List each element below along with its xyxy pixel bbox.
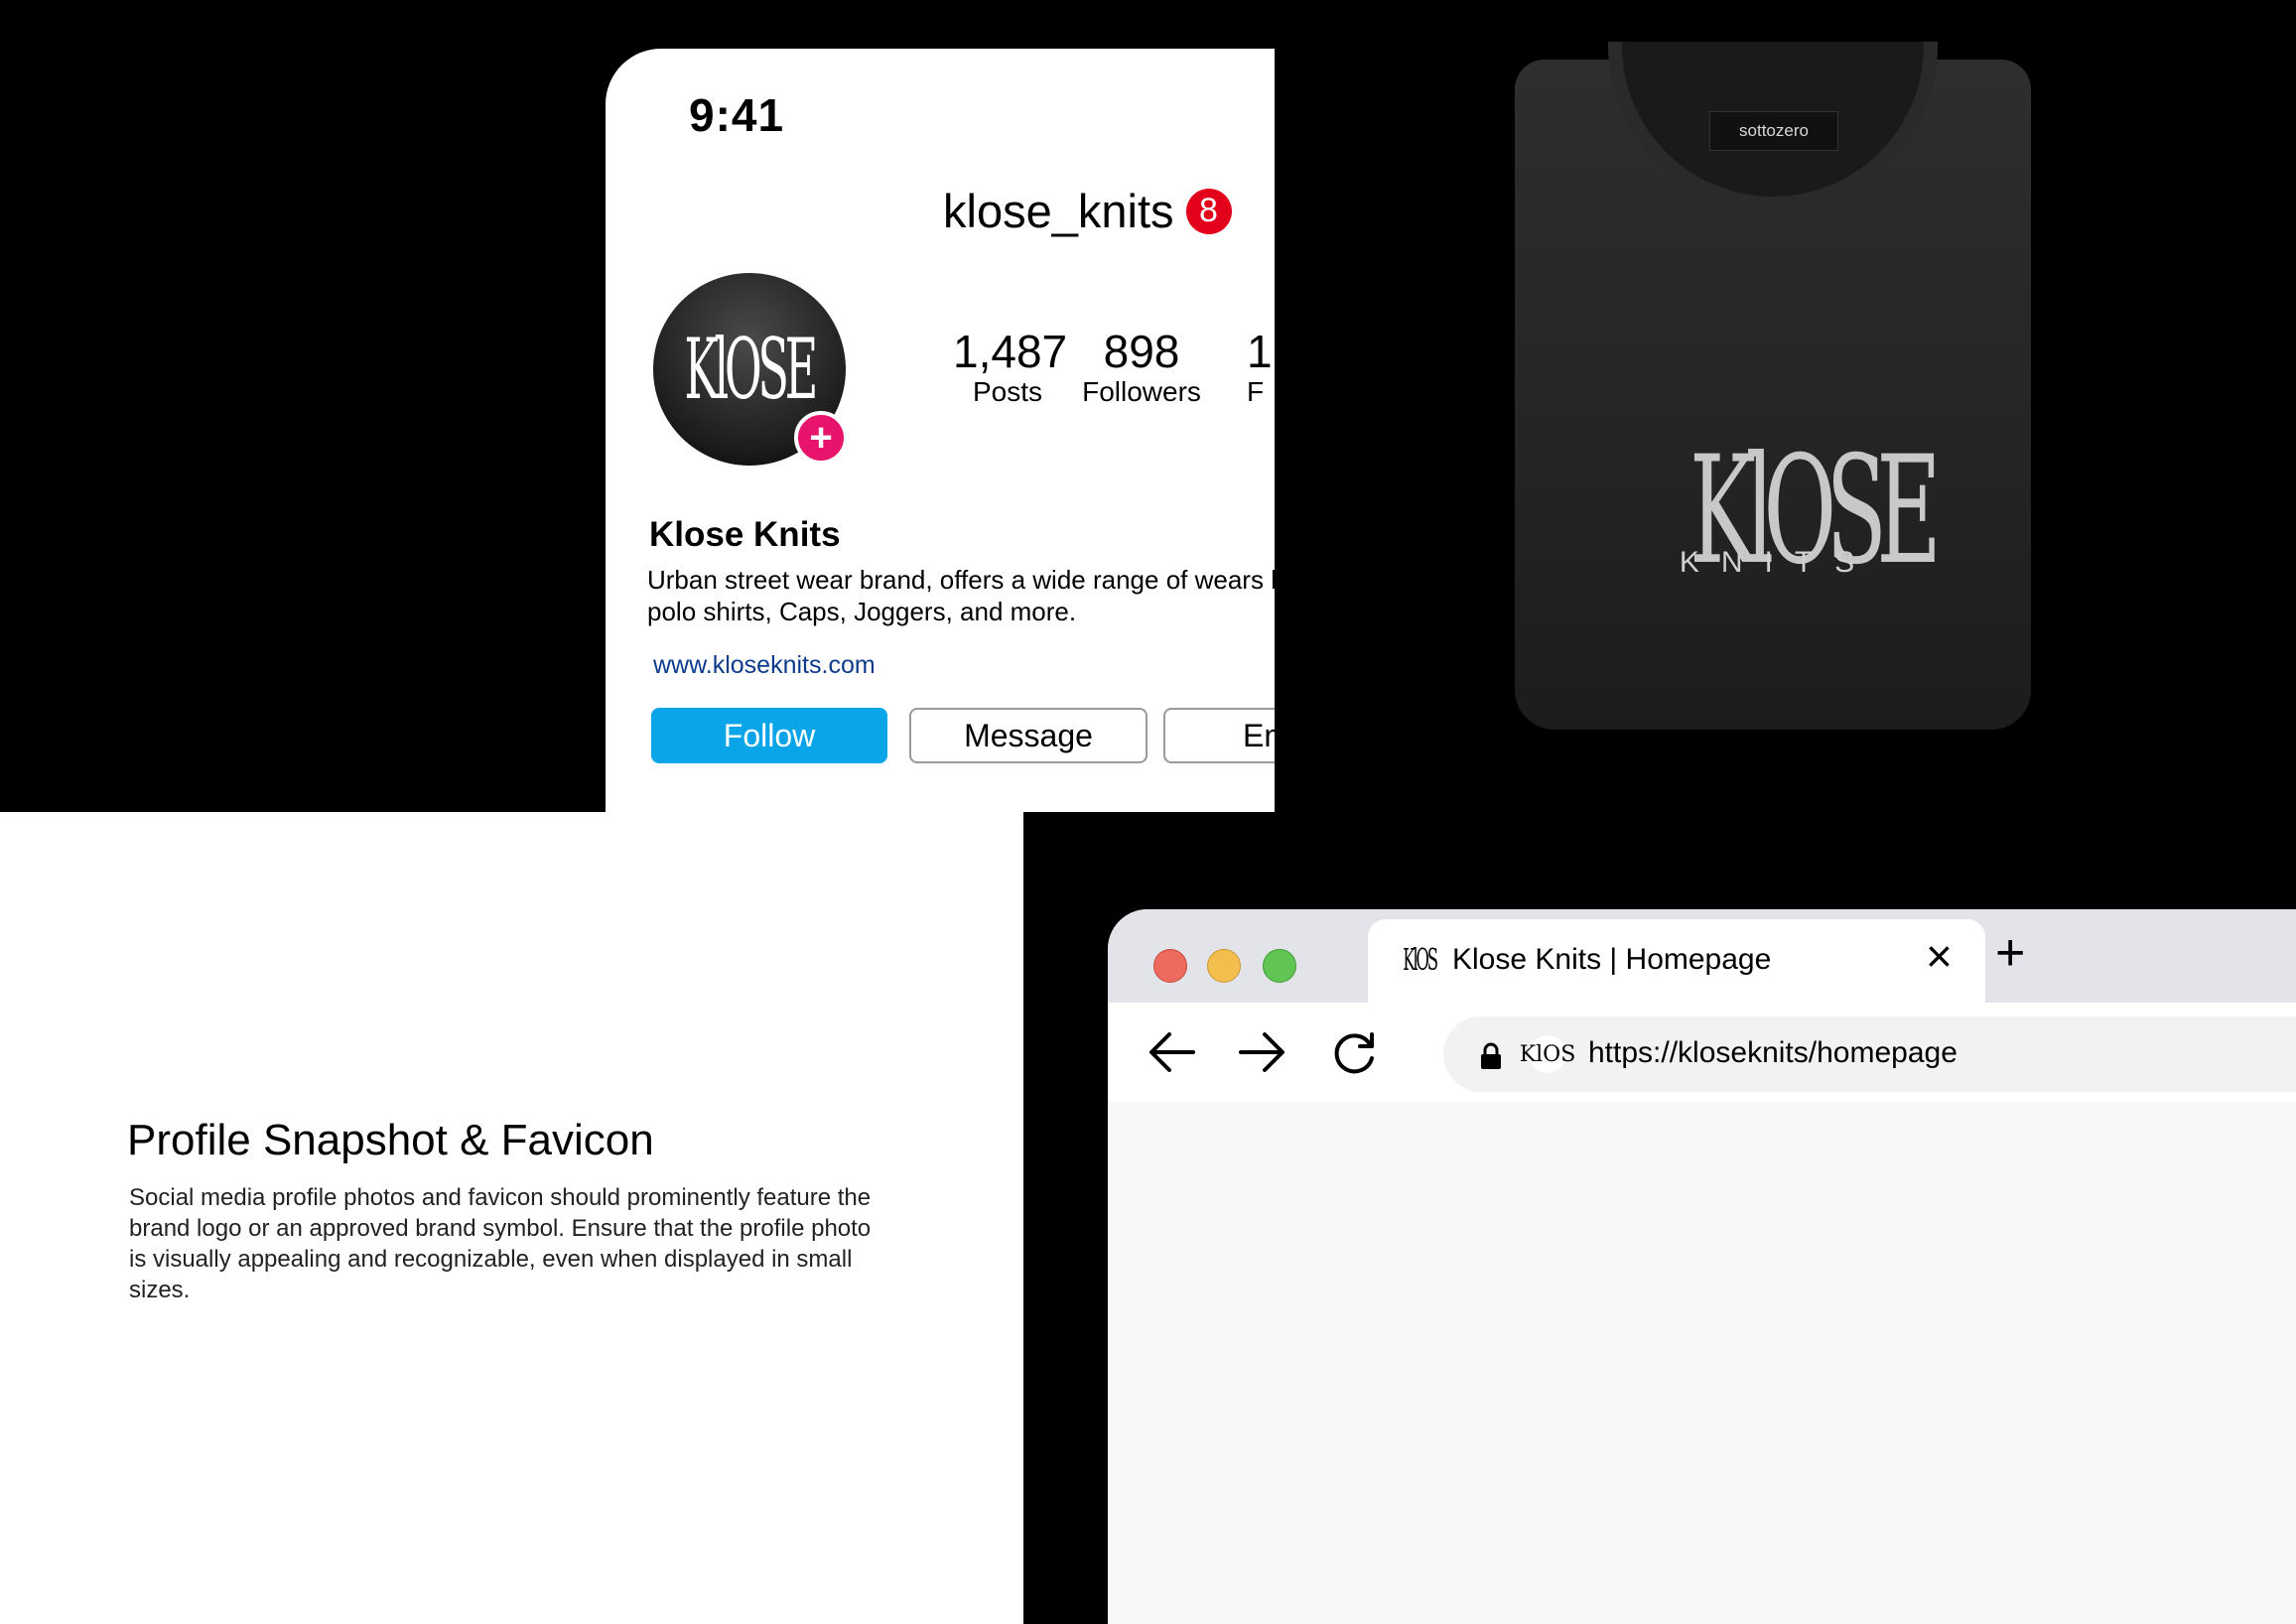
new-tab-icon[interactable]: + <box>1995 927 2025 979</box>
avatar-logo: KlOSE <box>684 321 819 418</box>
message-button[interactable]: Message <box>909 708 1148 763</box>
window-minimize-dot[interactable] <box>1207 949 1241 983</box>
address-bar[interactable]: KlOS https://kloseknits/homepage <box>1443 1016 2296 1092</box>
tab-title: Klose Knits | Homepage <box>1452 943 1772 976</box>
section-body: Social media profile photos and favicon … <box>129 1184 872 1303</box>
window-maximize-dot[interactable] <box>1263 949 1296 983</box>
display-name: Klose Knits <box>649 515 841 554</box>
favicon-icon: KlOS <box>1403 943 1438 978</box>
website-link[interactable]: www.kloseknits.com <box>653 651 876 680</box>
tshirt-mockup: sottozero KlOSE KNITS <box>1515 42 2031 730</box>
follow-button[interactable]: Follow <box>651 708 887 763</box>
back-arrow-icon[interactable] <box>1148 1030 1197 1074</box>
section-title: Profile Snapshot & Favicon <box>127 1116 654 1164</box>
description-panel: Profile Snapshot & Favicon Social media … <box>0 812 1023 1624</box>
forward-arrow-icon[interactable] <box>1237 1030 1286 1074</box>
followers-count: 898 <box>1103 326 1180 377</box>
tshirt-label: sottozero <box>1709 111 1838 151</box>
status-time: 9:41 <box>689 89 785 141</box>
tshirt-panel: sottozero KlOSE KNITS <box>1275 0 2296 812</box>
url-text[interactable]: https://kloseknits/homepage <box>1588 1036 1958 1070</box>
tab-homepage[interactable]: KlOS Klose Knits | Homepage × <box>1368 919 1985 1003</box>
browser-toolbar: KlOS https://kloseknits/homepage <box>1108 1003 2296 1102</box>
close-icon[interactable]: × <box>1926 933 1953 979</box>
username-row: klose_knits 8 <box>943 184 1232 238</box>
email-button[interactable]: Em <box>1163 708 1275 763</box>
tshirt-print-subtitle: KNITS <box>1679 546 1877 579</box>
stat-posts[interactable]: 1,487 Posts <box>953 326 1068 408</box>
lock-icon <box>1481 1042 1501 1069</box>
stat-followers[interactable]: 898 Followers <box>1072 329 1211 408</box>
instagram-panel: 9:41 klose_knits 8 KlOSE + 1,487 Posts 8… <box>0 0 1275 812</box>
reload-icon[interactable] <box>1332 1030 1378 1076</box>
posts-label: Posts <box>972 376 1043 407</box>
following-label: F <box>1247 376 1265 407</box>
stat-following[interactable]: 1, F <box>1247 329 1275 408</box>
profile-username[interactable]: klose_knits <box>943 184 1174 238</box>
address-favicon-icon: KlOS <box>1520 1035 1575 1073</box>
browser-window: KlOS Klose Knits | Homepage × + KlOS htt… <box>1108 909 2296 1624</box>
notification-badge[interactable]: 8 <box>1185 188 1232 234</box>
tab-bar: KlOS Klose Knits | Homepage × + <box>1108 909 2296 1003</box>
add-story-icon[interactable]: + <box>794 411 848 465</box>
phone-screen: 9:41 klose_knits 8 KlOSE + 1,487 Posts 8… <box>606 49 1275 812</box>
following-count: 1, <box>1247 326 1275 377</box>
profile-bio: Urban street wear brand, offers a wide r… <box>647 565 1275 626</box>
window-close-dot[interactable] <box>1153 949 1187 983</box>
posts-count: 1,487 <box>953 326 1068 377</box>
followers-label: Followers <box>1082 376 1201 407</box>
browser-panel: KlOS Klose Knits | Homepage × + KlOS htt… <box>1023 812 2296 1624</box>
